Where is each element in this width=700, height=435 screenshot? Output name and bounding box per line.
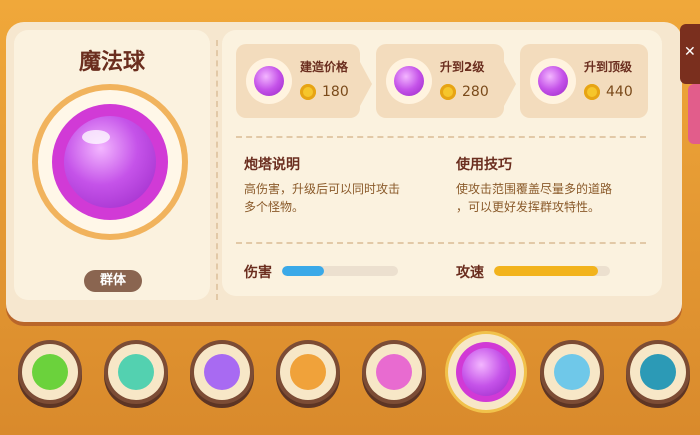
section-divider [236, 136, 646, 138]
attack-speed-label: 攻速 [456, 265, 484, 281]
tower-slot[interactable] [104, 340, 168, 404]
description-line2: 多个怪物。 [244, 200, 305, 214]
tower-slot-frame [544, 344, 600, 400]
crossbow-icon [640, 354, 676, 390]
syringe-icon [554, 354, 590, 390]
upgrade-price: 280 [462, 84, 489, 100]
orb-level2-icon [386, 58, 432, 104]
upgrade-build[interactable]: 建造价格 180 [236, 44, 360, 118]
tower-slot[interactable] [190, 340, 254, 404]
side-tab[interactable] [688, 84, 700, 144]
tips-line2: ，可以更好发挥群攻特性。 [456, 200, 601, 214]
description-line1: 高伤害，升级后可以同时攻击 [244, 182, 401, 196]
tower-slot-frame [366, 344, 422, 400]
section-divider [236, 242, 646, 244]
upgrade-price: 180 [322, 84, 349, 100]
magic-orb-icon [64, 116, 156, 208]
pink-bottle-icon [376, 354, 412, 390]
magic-orb-icon [462, 348, 510, 396]
type-badge: 群体 [84, 270, 142, 292]
tips-line1: 使攻击范围覆盖尽量多的道路 [456, 182, 613, 196]
green-bottle-icon [32, 354, 68, 390]
tower-slot-frame [630, 344, 686, 400]
card-divider [216, 40, 218, 300]
damage-bar [282, 266, 398, 276]
arrow-icon [360, 62, 372, 106]
clover-icon [118, 354, 154, 390]
upgrade-title: 升到顶级 [584, 60, 633, 74]
tower-slot-frame [280, 344, 336, 400]
tower-slot-frame [456, 342, 516, 402]
rocket-icon [290, 354, 326, 390]
tower-slot[interactable] [18, 340, 82, 404]
tower-slot[interactable] [362, 340, 426, 404]
tower-name: 魔法球 [78, 50, 145, 75]
damage-bar-fill [282, 266, 324, 276]
tower-slot[interactable] [276, 340, 340, 404]
upgrade-price: 440 [606, 84, 633, 100]
tower-slot[interactable] [448, 334, 524, 410]
potion-flask-icon [204, 354, 240, 390]
tower-slot-frame [22, 344, 78, 400]
coin-icon [440, 84, 456, 100]
tower-slot[interactable] [626, 340, 690, 404]
upgrade-max[interactable]: 升到顶级 440 [520, 44, 648, 118]
description-title: 炮塔说明 [244, 157, 300, 173]
damage-label: 伤害 [244, 265, 272, 281]
attack-speed-bar [494, 266, 610, 276]
coin-icon [584, 84, 600, 100]
tower-slot[interactable] [540, 340, 604, 404]
orb-shine [82, 130, 110, 144]
tower-slot-frame [108, 344, 164, 400]
orb-max-icon [530, 58, 576, 104]
arrow-icon [504, 62, 516, 106]
coin-icon [300, 84, 316, 100]
orb-level1-icon [246, 58, 292, 104]
upgrade-level2[interactable]: 升到2级 280 [376, 44, 504, 118]
upgrade-title: 升到2级 [440, 60, 485, 74]
upgrade-title: 建造价格 [300, 60, 349, 74]
attack-speed-bar-fill [494, 266, 599, 276]
tips-title: 使用技巧 [456, 157, 512, 173]
tower-slot-frame [194, 344, 250, 400]
close-icon[interactable] [680, 24, 700, 84]
